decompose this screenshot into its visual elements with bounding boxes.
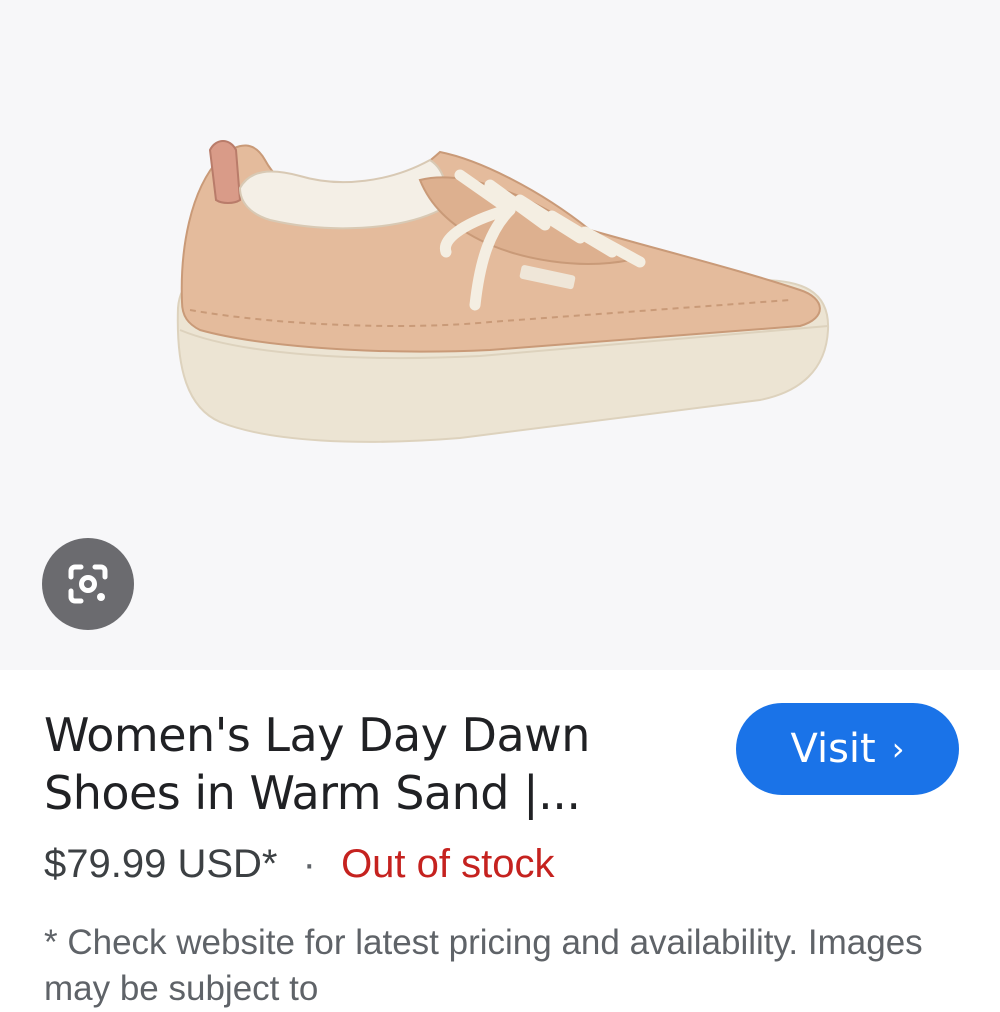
visit-button-label: Visit — [790, 726, 876, 772]
google-lens-button[interactable] — [42, 538, 134, 630]
product-info-panel: Women's Lay Day Dawn Shoes in Warm Sand … — [0, 670, 1000, 1008]
product-image-shoe — [176, 140, 830, 443]
price: $79.99 USD* — [44, 842, 278, 886]
disclaimer-text: * Check website for latest pricing and a… — [44, 923, 923, 1008]
product-title[interactable]: Women's Lay Day Dawn Shoes in Warm Sand … — [44, 706, 684, 822]
stock-status: Out of stock — [341, 842, 555, 886]
google-lens-icon — [68, 564, 108, 604]
visit-button[interactable]: Visit › — [736, 703, 959, 795]
separator-dot: · — [302, 842, 316, 886]
chevron-right-icon: › — [891, 730, 905, 768]
product-image-area[interactable] — [0, 0, 1000, 670]
product-title-line-1: Women's Lay Day Dawn — [44, 708, 590, 762]
product-title-line-2: Shoes in Warm Sand |... — [44, 766, 581, 820]
price-row: $79.99 USD* · Out of stock — [44, 838, 554, 890]
